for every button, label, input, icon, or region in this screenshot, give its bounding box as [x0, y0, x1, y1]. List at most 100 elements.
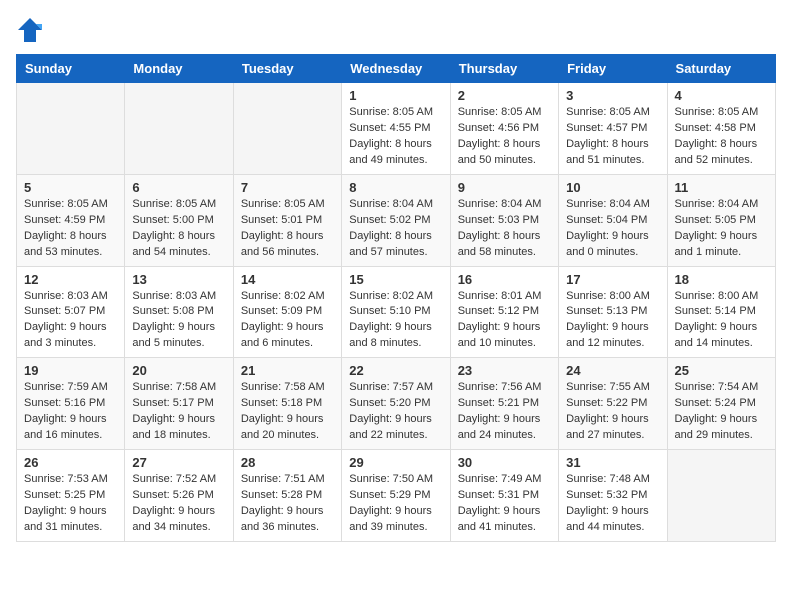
weekday-header-monday: Monday — [125, 55, 233, 83]
calendar-cell: 13 Sunrise: 8:03 AM Sunset: 5:08 PM Dayli… — [125, 266, 233, 358]
calendar-cell: 26 Sunrise: 7:53 AM Sunset: 5:25 PM Dayli… — [17, 450, 125, 542]
day-info: Sunrise: 7:58 AM Sunset: 5:18 PM Dayligh… — [241, 380, 334, 444]
weekday-header-thursday: Thursday — [450, 55, 558, 83]
weekday-header-row: SundayMondayTuesdayWednesdayThursdayFrid… — [17, 55, 776, 83]
calendar-cell: 25 Sunrise: 7:54 AM Sunset: 5:24 PM Dayli… — [667, 358, 775, 450]
day-number: 26 — [24, 455, 117, 470]
calendar-cell: 3 Sunrise: 8:05 AM Sunset: 4:57 PM Daylig… — [559, 83, 667, 175]
day-info: Sunrise: 8:04 AM Sunset: 5:02 PM Dayligh… — [349, 197, 442, 261]
day-info: Sunrise: 8:05 AM Sunset: 5:00 PM Dayligh… — [132, 197, 225, 261]
calendar-cell: 19 Sunrise: 7:59 AM Sunset: 5:16 PM Dayli… — [17, 358, 125, 450]
calendar-cell: 31 Sunrise: 7:48 AM Sunset: 5:32 PM Dayli… — [559, 450, 667, 542]
day-info: Sunrise: 8:00 AM Sunset: 5:13 PM Dayligh… — [566, 289, 659, 353]
day-info: Sunrise: 7:49 AM Sunset: 5:31 PM Dayligh… — [458, 472, 551, 536]
day-info: Sunrise: 8:03 AM Sunset: 5:07 PM Dayligh… — [24, 289, 117, 353]
calendar-cell: 30 Sunrise: 7:49 AM Sunset: 5:31 PM Dayli… — [450, 450, 558, 542]
weekday-header-tuesday: Tuesday — [233, 55, 341, 83]
calendar-cell: 5 Sunrise: 8:05 AM Sunset: 4:59 PM Daylig… — [17, 174, 125, 266]
day-number: 22 — [349, 363, 442, 378]
day-info: Sunrise: 8:00 AM Sunset: 5:14 PM Dayligh… — [675, 289, 768, 353]
day-info: Sunrise: 8:03 AM Sunset: 5:08 PM Dayligh… — [132, 289, 225, 353]
day-number: 30 — [458, 455, 551, 470]
calendar-cell: 11Sunrise: 8:04 AM Sunset: 5:05 PM Dayli… — [667, 174, 775, 266]
day-number: 5 — [24, 180, 117, 195]
week-row-4: 26 Sunrise: 7:53 AM Sunset: 5:25 PM Dayli… — [17, 450, 776, 542]
weekday-header-saturday: Saturday — [667, 55, 775, 83]
calendar-cell — [667, 450, 775, 542]
calendar-cell: 6Sunrise: 8:05 AM Sunset: 5:00 PM Daylig… — [125, 174, 233, 266]
day-info: Sunrise: 7:53 AM Sunset: 5:25 PM Dayligh… — [24, 472, 117, 536]
calendar-cell: 1 Sunrise: 8:05 AM Sunset: 4:55 PM Daylig… — [342, 83, 450, 175]
day-number: 1 — [349, 88, 442, 103]
calendar-cell: 20 Sunrise: 7:58 AM Sunset: 5:17 PM Dayli… — [125, 358, 233, 450]
day-info: Sunrise: 7:50 AM Sunset: 5:29 PM Dayligh… — [349, 472, 442, 536]
logo-icon — [16, 16, 44, 44]
calendar-cell: 10 Sunrise: 8:04 AM Sunset: 5:04 PM Dayli… — [559, 174, 667, 266]
day-number: 19 — [24, 363, 117, 378]
day-number: 15 — [349, 272, 442, 287]
day-number: 21 — [241, 363, 334, 378]
day-number: 8 — [349, 180, 442, 195]
day-number: 11 — [675, 180, 768, 195]
day-number: 9 — [458, 180, 551, 195]
calendar-cell — [125, 83, 233, 175]
day-number: 23 — [458, 363, 551, 378]
calendar-cell: 21 Sunrise: 7:58 AM Sunset: 5:18 PM Dayli… — [233, 358, 341, 450]
calendar-cell: 22 Sunrise: 7:57 AM Sunset: 5:20 PM Dayli… — [342, 358, 450, 450]
header — [16, 16, 776, 44]
day-number: 25 — [675, 363, 768, 378]
day-info: Sunrise: 7:56 AM Sunset: 5:21 PM Dayligh… — [458, 380, 551, 444]
day-info: Sunrise: 8:04 AM Sunset: 5:04 PM Dayligh… — [566, 197, 659, 261]
calendar-body: 1 Sunrise: 8:05 AM Sunset: 4:55 PM Daylig… — [17, 83, 776, 542]
day-info: Sunrise: 7:59 AM Sunset: 5:16 PM Dayligh… — [24, 380, 117, 444]
day-number: 3 — [566, 88, 659, 103]
day-number: 7 — [241, 180, 334, 195]
day-number: 12 — [24, 272, 117, 287]
week-row-0: 1 Sunrise: 8:05 AM Sunset: 4:55 PM Daylig… — [17, 83, 776, 175]
day-info: Sunrise: 8:01 AM Sunset: 5:12 PM Dayligh… — [458, 289, 551, 353]
calendar-cell: 4 Sunrise: 8:05 AM Sunset: 4:58 PM Daylig… — [667, 83, 775, 175]
calendar-cell: 15Sunrise: 8:02 AM Sunset: 5:10 PM Dayli… — [342, 266, 450, 358]
calendar-cell: 7 Sunrise: 8:05 AM Sunset: 5:01 PM Daylig… — [233, 174, 341, 266]
day-number: 18 — [675, 272, 768, 287]
weekday-header-wednesday: Wednesday — [342, 55, 450, 83]
calendar-cell: 18 Sunrise: 8:00 AM Sunset: 5:14 PM Dayli… — [667, 266, 775, 358]
calendar-cell — [233, 83, 341, 175]
day-info: Sunrise: 8:05 AM Sunset: 4:59 PM Dayligh… — [24, 197, 117, 261]
day-info: Sunrise: 8:05 AM Sunset: 4:57 PM Dayligh… — [566, 105, 659, 169]
day-info: Sunrise: 8:05 AM Sunset: 4:58 PM Dayligh… — [675, 105, 768, 169]
day-number: 17 — [566, 272, 659, 287]
day-number: 13 — [132, 272, 225, 287]
calendar-cell: 24Sunrise: 7:55 AM Sunset: 5:22 PM Dayli… — [559, 358, 667, 450]
day-info: Sunrise: 7:48 AM Sunset: 5:32 PM Dayligh… — [566, 472, 659, 536]
calendar-cell: 9Sunrise: 8:04 AM Sunset: 5:03 PM Daylig… — [450, 174, 558, 266]
day-info: Sunrise: 8:05 AM Sunset: 4:55 PM Dayligh… — [349, 105, 442, 169]
day-info: Sunrise: 7:54 AM Sunset: 5:24 PM Dayligh… — [675, 380, 768, 444]
week-row-2: 12 Sunrise: 8:03 AM Sunset: 5:07 PM Dayli… — [17, 266, 776, 358]
calendar-cell: 14Sunrise: 8:02 AM Sunset: 5:09 PM Dayli… — [233, 266, 341, 358]
day-number: 31 — [566, 455, 659, 470]
calendar-cell: 16 Sunrise: 8:01 AM Sunset: 5:12 PM Dayli… — [450, 266, 558, 358]
day-number: 10 — [566, 180, 659, 195]
calendar-cell: 17 Sunrise: 8:00 AM Sunset: 5:13 PM Dayli… — [559, 266, 667, 358]
calendar-cell: 8 Sunrise: 8:04 AM Sunset: 5:02 PM Daylig… — [342, 174, 450, 266]
day-info: Sunrise: 8:05 AM Sunset: 4:56 PM Dayligh… — [458, 105, 551, 169]
day-number: 2 — [458, 88, 551, 103]
day-number: 16 — [458, 272, 551, 287]
day-info: Sunrise: 7:57 AM Sunset: 5:20 PM Dayligh… — [349, 380, 442, 444]
calendar-cell: 28Sunrise: 7:51 AM Sunset: 5:28 PM Dayli… — [233, 450, 341, 542]
day-number: 27 — [132, 455, 225, 470]
day-info: Sunrise: 8:05 AM Sunset: 5:01 PM Dayligh… — [241, 197, 334, 261]
week-row-1: 5 Sunrise: 8:05 AM Sunset: 4:59 PM Daylig… — [17, 174, 776, 266]
day-info: Sunrise: 7:51 AM Sunset: 5:28 PM Dayligh… — [241, 472, 334, 536]
calendar-cell: 2 Sunrise: 8:05 AM Sunset: 4:56 PM Daylig… — [450, 83, 558, 175]
day-number: 20 — [132, 363, 225, 378]
calendar-cell: 27Sunrise: 7:52 AM Sunset: 5:26 PM Dayli… — [125, 450, 233, 542]
day-info: Sunrise: 8:02 AM Sunset: 5:09 PM Dayligh… — [241, 289, 334, 353]
day-info: Sunrise: 7:58 AM Sunset: 5:17 PM Dayligh… — [132, 380, 225, 444]
weekday-header-sunday: Sunday — [17, 55, 125, 83]
calendar-table: SundayMondayTuesdayWednesdayThursdayFrid… — [16, 54, 776, 542]
day-info: Sunrise: 7:55 AM Sunset: 5:22 PM Dayligh… — [566, 380, 659, 444]
day-number: 29 — [349, 455, 442, 470]
day-number: 4 — [675, 88, 768, 103]
